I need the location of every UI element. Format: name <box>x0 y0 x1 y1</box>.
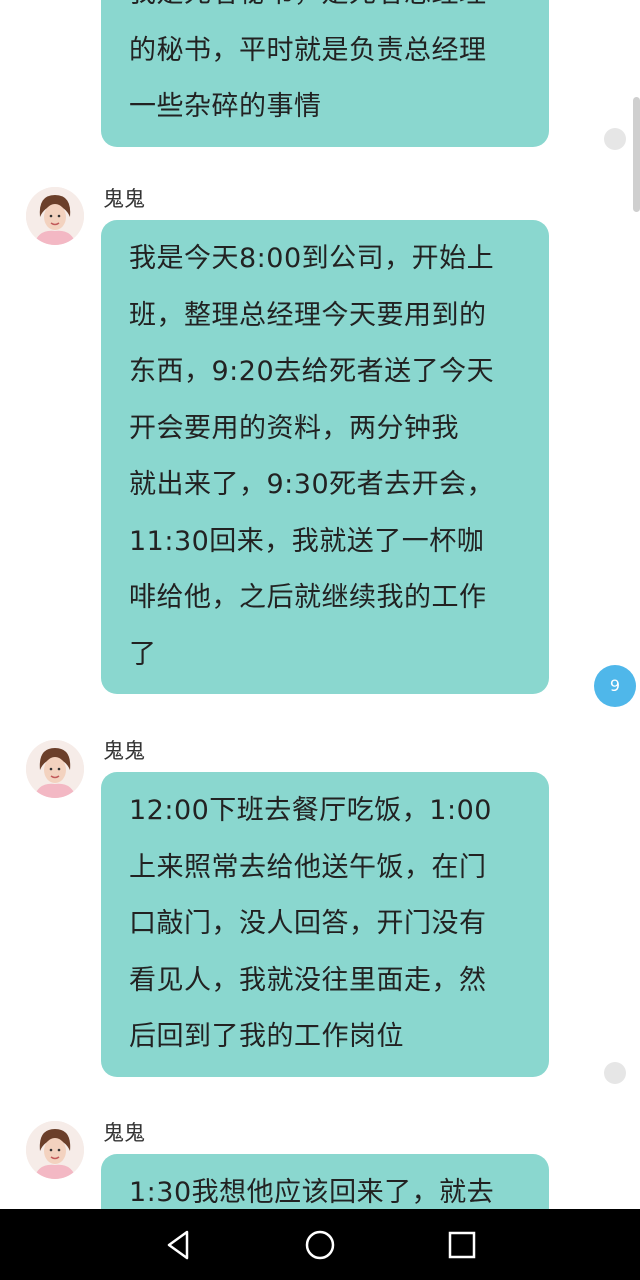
chat-area[interactable]: 我是死者秘书，是死者总经理 的秘书，平时就是负责总经理 一些杂碎的事情 鬼鬼 我… <box>0 0 640 1209</box>
recents-icon <box>448 1231 476 1259</box>
message-line: 东西，9:20去给死者送了今天 <box>129 356 495 387</box>
avatar-image <box>26 740 84 798</box>
avatar-image <box>26 1121 84 1179</box>
message-line: 后回到了我的工作岗位 <box>129 1021 404 1052</box>
message-line: 一些杂碎的事情 <box>129 91 322 122</box>
message-bubble[interactable]: 我是死者秘书，是死者总经理 的秘书，平时就是负责总经理 一些杂碎的事情 <box>101 0 549 147</box>
home-button[interactable] <box>298 1223 342 1267</box>
avatar[interactable] <box>26 1121 84 1179</box>
home-icon <box>305 1230 335 1260</box>
read-status-dot <box>604 128 626 150</box>
message-line: 口敲门，没人回答，开门没有 <box>129 908 487 939</box>
sender-name: 鬼鬼 <box>103 739 145 763</box>
back-button[interactable] <box>156 1223 200 1267</box>
scrollbar[interactable] <box>633 97 640 212</box>
read-status-dot <box>604 1062 626 1084</box>
message-line: 我是死者秘书，是死者总经理 <box>129 0 527 23</box>
message-line: 11:30回来，我就送了一杯咖 <box>129 525 485 557</box>
message-bubble[interactable]: 12:00下班去餐厅吃饭，1:00 上来照常去给他送午饭，在门 口敲门，没人回答… <box>101 772 549 1077</box>
avatar-image <box>26 187 84 245</box>
count-badge[interactable]: 9 <box>594 665 636 707</box>
sender-name: 鬼鬼 <box>103 1121 145 1145</box>
message-line: 看见人，我就没往里面走，然 <box>129 964 487 996</box>
sender-name: 鬼鬼 <box>103 187 145 211</box>
avatar[interactable] <box>26 187 84 245</box>
message-bubble[interactable]: 1:30我想他应该回来了，就去 <box>101 1154 549 1209</box>
message-line: 12:00下班去餐厅吃饭，1:00 <box>129 795 492 826</box>
message-line: 啡给他，之后就继续我的工作 <box>129 582 487 613</box>
message-line: 的秘书，平时就是负责总经理 <box>129 34 487 66</box>
message-line: 班，整理总经理今天要用到的 <box>129 299 487 331</box>
back-icon <box>167 1230 189 1260</box>
message-line: 上来照常去给他送午饭，在门 <box>129 851 487 883</box>
message-line: 就出来了，9:30死者去开会， <box>129 469 495 500</box>
navigation-bar <box>0 1209 640 1280</box>
message-line: 开会要用的资料，两分钟我 <box>129 412 459 444</box>
message-line: 了 <box>129 638 157 670</box>
avatar[interactable] <box>26 740 84 798</box>
message-bubble[interactable]: 我是今天8:00到公司，开始上 班，整理总经理今天要用到的 东西，9:20去给死… <box>101 220 549 694</box>
message-line: 1:30我想他应该回来了，就去 <box>129 1177 495 1208</box>
recents-button[interactable] <box>440 1223 484 1267</box>
message-line: 我是今天8:00到公司，开始上 <box>129 243 495 274</box>
